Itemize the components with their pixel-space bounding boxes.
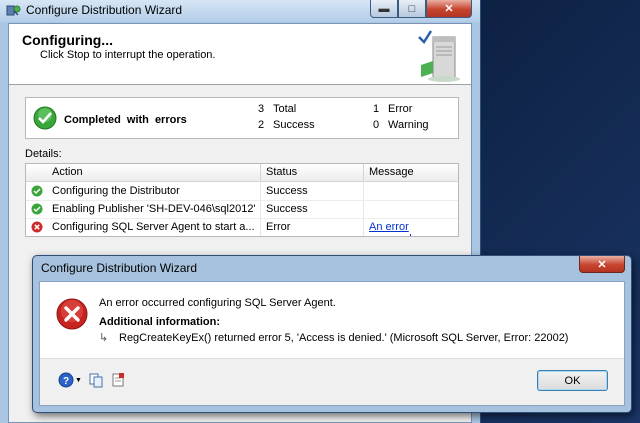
minimize-button[interactable]: ▬: [370, 0, 398, 18]
maximize-icon: □: [408, 2, 416, 15]
column-header-action[interactable]: Action: [52, 166, 83, 178]
total-count: 3: [258, 103, 265, 115]
summary-panel: Completed with errors 3 Total 2 Success …: [25, 97, 459, 139]
error-message: An error occurred configuring SQL Server…: [99, 297, 336, 309]
error-detail: RegCreateKeyEx() returned error 5, 'Acce…: [119, 332, 569, 344]
details-label: Details:: [25, 148, 62, 160]
close-button[interactable]: ✕: [426, 0, 472, 18]
column-header-message[interactable]: Message: [369, 166, 414, 178]
row-action: Configuring the Distributor: [52, 185, 180, 197]
success-count: 2: [258, 119, 265, 131]
error-details-link[interactable]: An error occurred...: [369, 221, 458, 236]
row-status: Success: [266, 203, 308, 215]
caption-buttons: ▬ □ ✕: [370, 0, 472, 18]
error-icon: [56, 298, 88, 330]
copy-icon[interactable]: [88, 372, 104, 388]
success-icon: [31, 185, 43, 197]
warning-label: Warning: [388, 119, 429, 131]
table-row[interactable]: Configuring SQL Server Agent to start a.…: [26, 218, 458, 236]
additional-info-label: Additional information:: [99, 316, 220, 328]
column-header-status[interactable]: Status: [266, 166, 297, 178]
page-subtitle: Click Stop to interrupt the operation.: [40, 49, 216, 61]
dialog-close-button[interactable]: ✕: [579, 256, 625, 273]
row-status: Error: [266, 221, 291, 233]
dialog-toolbar: ? ▼: [58, 371, 126, 389]
technical-details-icon[interactable]: [110, 372, 126, 388]
row-action: Enabling Publisher 'SH-DEV-046\sql2012': [52, 203, 256, 215]
column-divider[interactable]: [260, 164, 261, 181]
success-icon: [31, 203, 43, 215]
success-label: Success: [273, 119, 315, 131]
error-dialog: Configure Distribution Wizard ✕ An error…: [32, 255, 632, 413]
svg-text:?: ?: [63, 376, 69, 387]
error-dialog-body: An error occurred configuring SQL Server…: [39, 281, 625, 406]
error-count: 1: [373, 103, 380, 115]
minimize-icon: ▬: [378, 2, 390, 15]
grid-header: Action Status Message: [26, 164, 458, 182]
error-label: Error: [388, 103, 413, 115]
help-icon[interactable]: ?: [58, 372, 74, 388]
ok-button[interactable]: OK: [537, 370, 608, 391]
maximize-button[interactable]: □: [398, 0, 426, 18]
close-icon: ✕: [597, 258, 607, 271]
details-grid[interactable]: Action Status Message Configuring the Di…: [25, 163, 459, 237]
help-dropdown-icon[interactable]: ▼: [75, 377, 82, 384]
table-row[interactable]: Configuring the Distributor Success: [26, 182, 458, 201]
server-check-icon: [418, 30, 460, 82]
error-dialog-title: Configure Distribution Wizard: [41, 261, 198, 275]
row-status: Success: [266, 185, 308, 197]
completed-check-icon: [33, 106, 57, 130]
wizard-title: Configure Distribution Wizard: [26, 3, 183, 17]
page-title: Configuring...: [22, 32, 113, 48]
wizard-app-icon: [6, 5, 21, 16]
total-label: Total: [273, 103, 297, 115]
completion-status: Completed with errors: [64, 114, 187, 126]
error-icon: [31, 221, 43, 233]
wizard-header: Configuring... Click Stop to interrupt t…: [9, 24, 471, 85]
wizard-titlebar[interactable]: Configure Distribution Wizard ▬ □ ✕: [0, 0, 480, 22]
row-action: Configuring SQL Server Agent to start a.…: [52, 221, 255, 233]
subitem-arrow-icon: ↳: [99, 332, 109, 344]
error-message-area: An error occurred configuring SQL Server…: [40, 282, 624, 359]
warning-count: 0: [373, 119, 380, 131]
close-icon: ✕: [444, 3, 454, 15]
column-divider[interactable]: [363, 164, 364, 181]
table-row[interactable]: Enabling Publisher 'SH-DEV-046\sql2012' …: [26, 200, 458, 219]
